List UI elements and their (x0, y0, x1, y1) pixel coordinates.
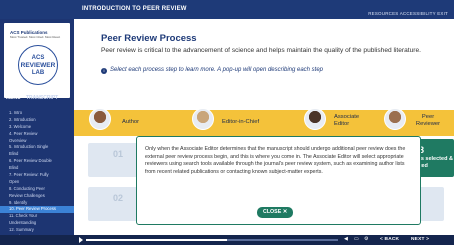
menu-item[interactable]: 6. Peer Review Double (0, 158, 74, 165)
player-bar: ◀ ▭ ⚙ < BACK NEXT > (0, 235, 454, 245)
menu-item[interactable]: 9. Identify (0, 200, 74, 207)
top-bar: INTRODUCTION TO PEER REVIEW RESOURCES AC… (0, 0, 454, 19)
close-button[interactable]: CLOSE ✕ (257, 207, 294, 218)
roles-bar: Author Editor-in-Chief Associate Editor … (74, 108, 454, 136)
captions-icon[interactable]: ▭ (354, 236, 359, 242)
menu-item[interactable]: Blind (0, 165, 74, 172)
acs-logo: ACS Publications Most Trusted. Most Cite… (10, 30, 61, 39)
menu-item[interactable]: 7. Peer Review: Fully (0, 172, 74, 179)
step-popup: Only when the Associate Editor determine… (136, 136, 421, 225)
intro-text: Peer review is critical to the advanceme… (101, 47, 421, 54)
tab-menu[interactable]: MENU (6, 95, 21, 101)
menu-item[interactable]: Blind (0, 151, 74, 158)
instruction-hint: i Select each process step to learn more.… (101, 67, 323, 74)
top-links[interactable]: RESOURCES ACCESSIBILITY EXIT (368, 11, 448, 16)
info-icon: i (101, 68, 107, 74)
reviewer-lab-badge: ACS REVIEWER LAB (18, 45, 58, 85)
peer-reviewer-avatar (384, 108, 406, 130)
progress-bar[interactable] (86, 239, 338, 241)
menu-item[interactable]: Understanding (0, 220, 74, 227)
course-title: INTRODUCTION TO PEER REVIEW (82, 6, 187, 12)
role-editor-in-chief: Editor-in-Chief (192, 108, 282, 136)
menu-item[interactable]: 8. Conducting Peer (0, 186, 74, 193)
menu-item[interactable]: 5. Introduction Single (0, 144, 74, 151)
menu-list: 1. Intro 2. Introduction 3. Welcome 4. Peer… (0, 110, 74, 241)
logo-panel: ACS Publications Most Trusted. Most Cite… (4, 23, 70, 98)
menu-item[interactable]: 11. Check Your (0, 213, 74, 220)
popup-text: Only when the Associate Editor determine… (145, 146, 406, 175)
editor-in-chief-avatar (192, 108, 214, 130)
role-associate-editor: Associate Editor (304, 108, 374, 136)
settings-icon[interactable]: ⚙ (364, 236, 368, 242)
menu-item[interactable]: 12. Summary (0, 227, 74, 234)
menu-item[interactable]: Review Challenges (0, 193, 74, 200)
sidebar-tabs: MENU TRANSCRIPT (0, 93, 74, 103)
back-button[interactable]: < BACK (380, 237, 399, 242)
play-icon[interactable] (79, 237, 83, 243)
menu-item[interactable]: Open (0, 179, 74, 186)
menu-item[interactable]: Overview (0, 138, 74, 145)
volume-icon[interactable]: ◀ (344, 236, 348, 242)
menu-item[interactable]: 1. Intro (0, 110, 74, 117)
page-title: Peer Review Process (101, 33, 197, 44)
menu-item[interactable]: 2. Introduction (0, 117, 74, 124)
next-button[interactable]: NEXT > (411, 237, 429, 242)
sidebar: ACS Publications Most Trusted. Most Cite… (0, 19, 74, 239)
author-avatar (89, 108, 111, 130)
menu-item[interactable]: 10. Peer Review Process (0, 206, 74, 214)
menu-item[interactable]: 3. Welcome (0, 124, 74, 131)
role-author: Author (89, 108, 169, 136)
tab-transcript[interactable]: TRANSCRIPT (26, 95, 58, 101)
role-peer-reviewer: Peer Reviewer (384, 108, 454, 136)
associate-editor-avatar (304, 108, 326, 130)
close-icon: ✕ (282, 209, 288, 215)
menu-item[interactable]: 4. Peer Review (0, 131, 74, 138)
